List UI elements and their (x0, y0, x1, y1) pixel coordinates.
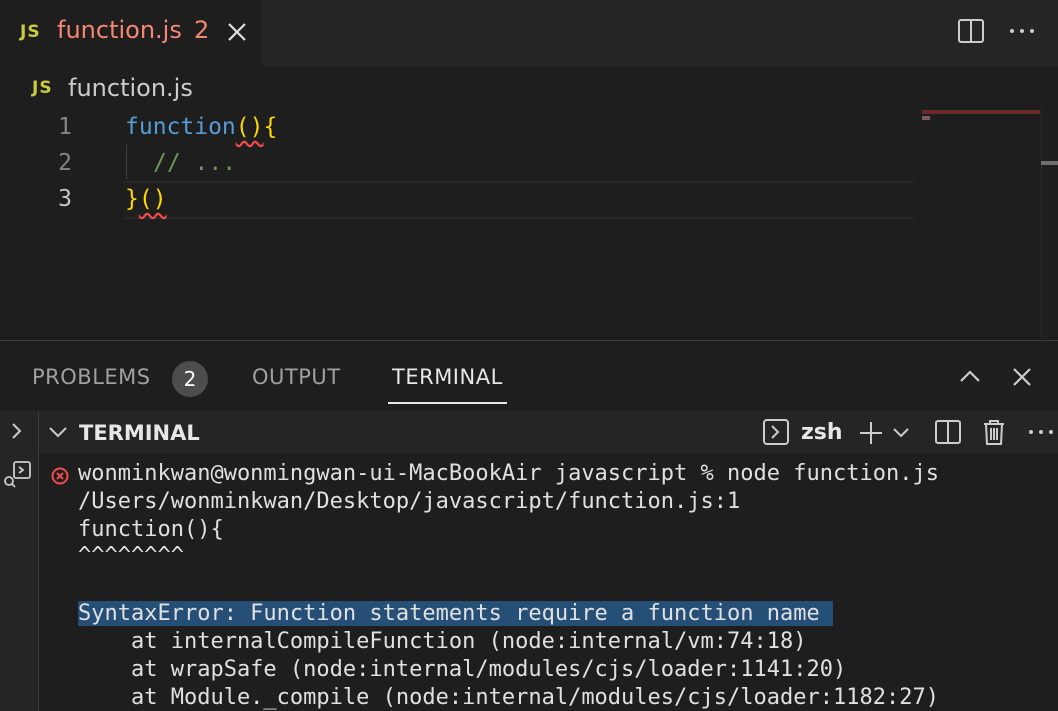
editor-tab-bar: JS function.js 2 (0, 0, 1058, 66)
brace-token: } (125, 186, 139, 212)
minimap-error-marker[interactable] (922, 110, 1040, 114)
terminal-line-selected: SyntaxError: Function statements require… (78, 601, 833, 626)
new-terminal-icon[interactable] (857, 419, 885, 447)
close-panel-icon[interactable] (1008, 363, 1036, 391)
code-line-2[interactable]: 2 // ... (0, 146, 920, 182)
tab-problem-count: 2 (194, 16, 210, 44)
terminal-line: at wrapSafe (node:internal/modules/cjs/l… (78, 657, 847, 682)
shell-name[interactable]: zsh (801, 420, 843, 445)
line-number: 1 (58, 114, 72, 140)
chevron-down-icon[interactable] (47, 421, 69, 443)
comment-token: // ... (153, 150, 237, 176)
bottom-panel: PROBLEMS 2 OUTPUT TERMINAL TERMINAL zsh (0, 340, 1058, 711)
editor-scrollbar[interactable] (1041, 108, 1058, 338)
more-actions-icon[interactable] (1025, 419, 1057, 445)
split-editor-icon[interactable] (956, 16, 986, 46)
paren-token: () (138, 186, 167, 212)
javascript-file-icon: JS (20, 22, 41, 42)
javascript-file-icon: JS (32, 78, 53, 98)
code-line-1[interactable]: 1 function(){ (0, 110, 920, 146)
breadcrumb[interactable]: JS function.js (0, 70, 600, 106)
terminal-side-bar (0, 411, 39, 711)
terminal-shell-icon[interactable] (761, 417, 791, 447)
brace-token: { (263, 114, 278, 140)
code-line-3[interactable]: 3 }() (0, 182, 920, 218)
terminal-output[interactable]: wonminkwan@wonmingwan-ui-MacBookAir java… (39, 453, 1058, 711)
minimap[interactable] (922, 116, 930, 120)
line-number: 3 (58, 186, 72, 212)
terminal-icon[interactable] (2, 459, 34, 491)
chevron-down-icon[interactable] (891, 421, 911, 443)
terminal-line: at internalCompileFunction (node:interna… (78, 629, 807, 654)
problems-count-badge: 2 (172, 361, 208, 397)
editor-tab-function-js[interactable]: JS function.js 2 (0, 0, 262, 66)
tab-filename: function.js (57, 16, 182, 44)
scrollbar-position-marker (1041, 161, 1058, 165)
terminal-line: ^^^^^^^^ (78, 543, 184, 568)
terminal-line: function(){ (78, 517, 224, 542)
tab-output[interactable]: OUTPUT (252, 365, 341, 389)
chevron-right-icon[interactable] (4, 419, 28, 443)
paren-token: () (235, 114, 264, 140)
breadcrumb-file[interactable]: function.js (68, 74, 193, 102)
terminal-line: /Users/wonminkwan/Desktop/javascript/fun… (78, 489, 741, 514)
trash-icon[interactable] (981, 417, 1007, 447)
terminal-header: TERMINAL zsh (39, 411, 1058, 453)
active-tab-indicator (388, 402, 507, 404)
error-icon[interactable] (51, 467, 69, 485)
tab-terminal[interactable]: TERMINAL (392, 365, 503, 389)
terminal-line: at Module._compile (node:internal/module… (78, 685, 939, 710)
terminal-line: wonminkwan@wonmingwan-ui-MacBookAir java… (78, 461, 939, 486)
close-icon[interactable] (224, 18, 250, 46)
keyword-token: function (125, 114, 236, 140)
terminal-title: TERMINAL (79, 421, 200, 445)
more-actions-icon[interactable] (1006, 16, 1038, 46)
line-number: 2 (58, 150, 72, 176)
split-terminal-icon[interactable] (933, 417, 963, 447)
maximize-panel-icon[interactable] (956, 363, 984, 391)
tab-problems[interactable]: PROBLEMS (32, 365, 151, 389)
